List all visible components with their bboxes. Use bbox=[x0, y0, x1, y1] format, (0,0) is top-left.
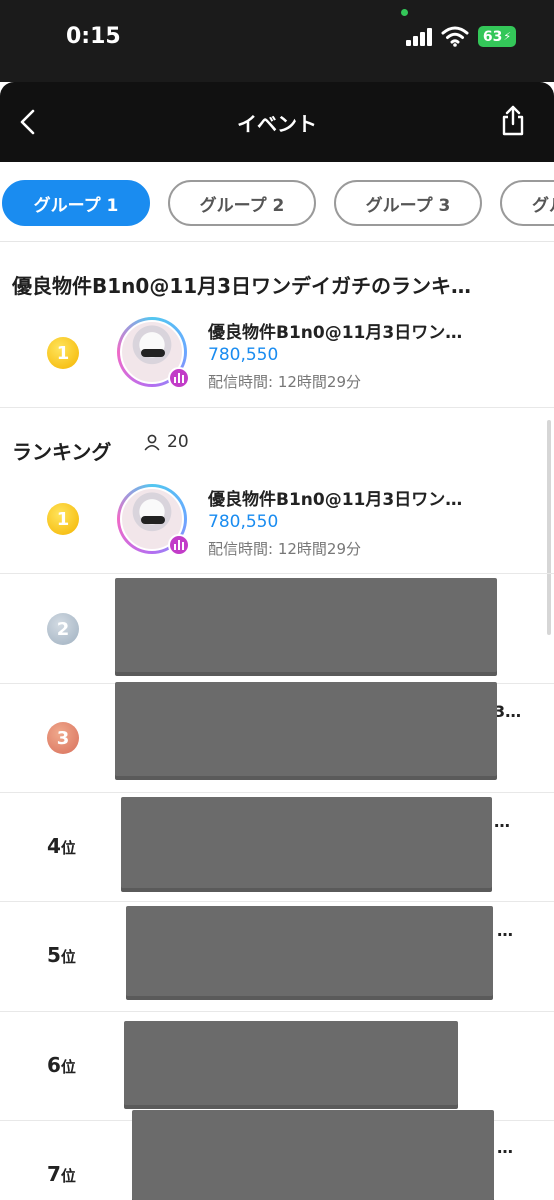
redacted-block bbox=[121, 797, 492, 888]
truncated-text: … bbox=[497, 921, 513, 940]
scrollbar[interactable] bbox=[547, 420, 551, 635]
rank-suffix: 位 bbox=[60, 1058, 76, 1076]
status-bar: 0:15 63 ⚡ bbox=[0, 0, 554, 82]
share-icon[interactable] bbox=[498, 104, 528, 138]
rank-medal-gold: 1 bbox=[47, 503, 79, 535]
redacted-block bbox=[132, 1110, 494, 1200]
rank-suffix: 位 bbox=[60, 948, 76, 966]
stream-time: 配信時間: 12時間29分 bbox=[208, 540, 361, 558]
truncated-text: 3… bbox=[494, 702, 522, 721]
streamer-name[interactable]: 優良物件B1n0@11月3日ワン… bbox=[208, 485, 462, 510]
divider bbox=[0, 901, 554, 902]
rank-medal-bronze: 3 bbox=[47, 722, 79, 754]
rank-value: 5 bbox=[47, 943, 61, 967]
privacy-indicator-dot bbox=[401, 9, 408, 16]
charging-bolt-icon: ⚡ bbox=[503, 30, 512, 43]
stream-time: 配信時間: 12時間29分 bbox=[208, 373, 361, 391]
rank-value: 7 bbox=[47, 1162, 61, 1186]
page-title: イベント bbox=[237, 112, 317, 136]
truncated-text: … bbox=[497, 1138, 513, 1157]
ranking-title: ランキング bbox=[12, 440, 112, 464]
divider bbox=[0, 573, 554, 574]
rank-value: 6 bbox=[47, 1053, 61, 1077]
tab-group-4[interactable]: グル bbox=[500, 180, 554, 226]
participant-count-value: 20 bbox=[167, 432, 189, 452]
tab-group-1[interactable]: グループ 1 bbox=[2, 180, 150, 226]
rank-number: 4位 bbox=[47, 834, 76, 858]
battery-icon: 63 ⚡ bbox=[478, 26, 516, 47]
redacted-block bbox=[126, 906, 493, 996]
redacted-block bbox=[115, 578, 497, 672]
score: 780,550 bbox=[208, 345, 279, 365]
rank-number: 6位 bbox=[47, 1053, 76, 1077]
group-tabs: グループ 1 グループ 2 グループ 3 グル bbox=[0, 162, 554, 242]
rank-suffix: 位 bbox=[60, 1167, 76, 1185]
redacted-block bbox=[124, 1021, 458, 1105]
divider bbox=[0, 1011, 554, 1012]
participant-count: 20 bbox=[143, 432, 189, 452]
redacted-block bbox=[115, 682, 497, 776]
battery-level: 63 bbox=[482, 28, 503, 45]
rank-value: 4 bbox=[47, 834, 61, 858]
tab-group-3[interactable]: グループ 3 bbox=[334, 180, 482, 226]
wifi-icon bbox=[441, 26, 469, 47]
live-stats-icon bbox=[168, 534, 190, 556]
featured-title: 優良物件B1n0@11月3日ワンデイガチのランキ… bbox=[12, 274, 472, 298]
rank-number: 7位 bbox=[47, 1162, 76, 1186]
rank-medal-silver: 2 bbox=[47, 613, 79, 645]
divider bbox=[0, 792, 554, 793]
divider bbox=[0, 407, 554, 408]
rank-medal-gold: 1 bbox=[47, 337, 79, 369]
cellular-signal-icon bbox=[406, 28, 434, 46]
status-time: 0:15 bbox=[66, 24, 121, 49]
nav-bar: イベント bbox=[0, 82, 554, 162]
truncated-text: … bbox=[494, 812, 510, 831]
live-stats-icon bbox=[168, 367, 190, 389]
person-icon bbox=[144, 434, 160, 451]
streamer-name[interactable]: 優良物件B1n0@11月3日ワン… bbox=[208, 318, 462, 343]
tab-group-2[interactable]: グループ 2 bbox=[168, 180, 316, 226]
rank-number: 5位 bbox=[47, 943, 76, 967]
rank-suffix: 位 bbox=[60, 839, 76, 857]
score: 780,550 bbox=[208, 512, 279, 532]
